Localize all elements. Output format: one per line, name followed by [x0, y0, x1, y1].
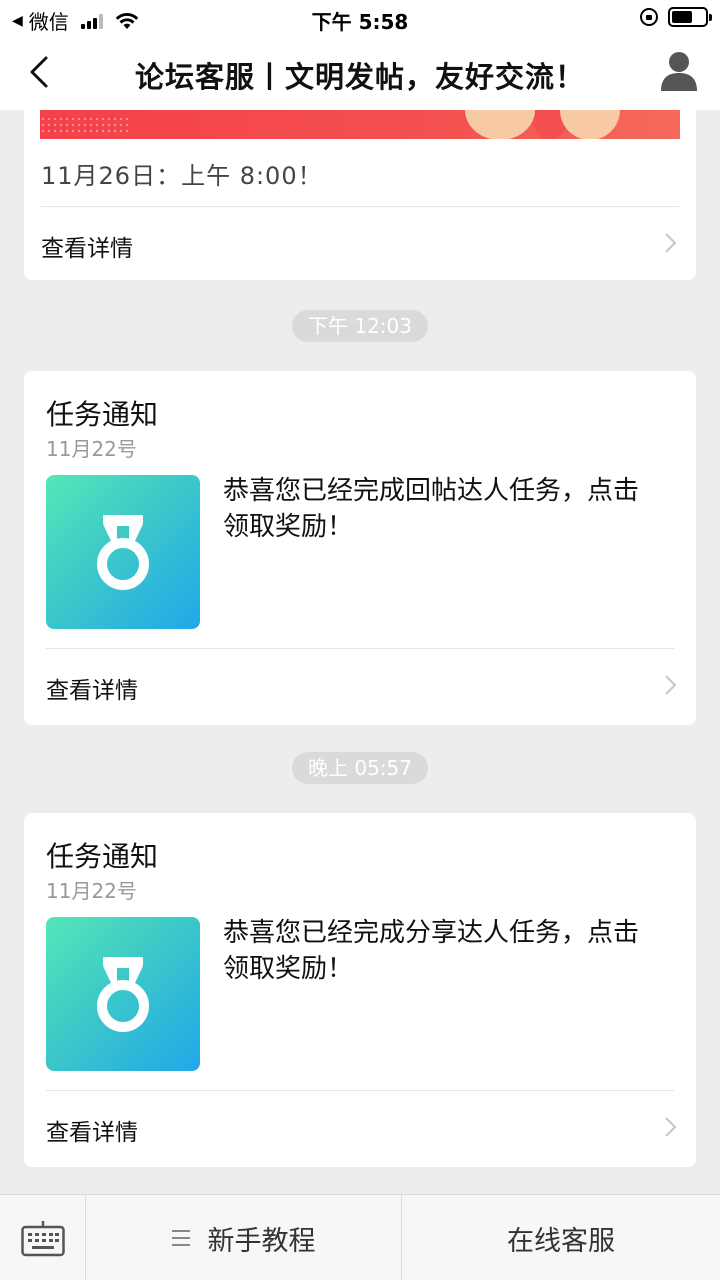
menu-online-service-label: 在线客服: [507, 1225, 615, 1257]
status-time: 下午 5:58: [311, 10, 409, 34]
page-title: 论坛客服丨文明发帖，友好交流！: [134, 60, 585, 94]
task-title: 任务通知: [46, 398, 159, 431]
view-details-label: 查看详情: [46, 1120, 138, 1146]
task-notification-card[interactable]: 任务通知 11月22号 恭喜您已经完成分享达人任务，点击领取奖励！ 查看详情: [24, 813, 696, 1167]
menu-list-icon: [171, 1230, 190, 1246]
medal-icon: [97, 957, 149, 1032]
task-thumbnail: [46, 917, 200, 1071]
task-date: 11月22号: [46, 879, 137, 903]
profile-icon[interactable]: [660, 50, 698, 92]
view-details-row[interactable]: 查看详情: [24, 207, 696, 281]
status-right: [640, 7, 712, 27]
chevron-right-icon: [665, 1117, 677, 1137]
task-message-text: 恭喜您已经完成回帖达人任务，点击领取奖励！: [223, 476, 640, 542]
chevron-right-icon: [665, 233, 677, 253]
chat-area: 11月26日：上午 8:00！ 查看详情 下午 12:03 任务通知 11月22…: [0, 110, 720, 1194]
view-details-label: 查看详情: [46, 678, 138, 704]
message-timestamp: 晚上 05:57: [0, 752, 720, 784]
view-details-row[interactable]: 查看详情: [24, 1091, 696, 1165]
bottom-menu-bar: 新手教程 在线客服: [0, 1194, 720, 1280]
menu-tutorial-button[interactable]: 新手教程: [86, 1195, 402, 1280]
chevron-right-icon: [665, 675, 677, 695]
menu-online-service-button[interactable]: 在线客服: [402, 1195, 720, 1280]
nav-bar: 论坛客服丨文明发帖，友好交流！: [0, 36, 720, 110]
status-bar: ◀ 微信 下午 5:58: [0, 0, 720, 36]
message-timestamp: 下午 12:03: [0, 310, 720, 342]
view-details-label: 查看详情: [41, 236, 133, 262]
task-message-text: 恭喜您已经完成分享达人任务，点击领取奖励！: [223, 918, 640, 984]
task-date: 11月22号: [46, 437, 137, 461]
article-card[interactable]: 11月26日：上午 8:00！ 查看详情: [24, 110, 696, 280]
menu-tutorial-label: 新手教程: [207, 1225, 316, 1257]
battery-icon: [668, 7, 712, 27]
task-thumbnail: [46, 475, 200, 629]
keyboard-icon: [21, 1221, 65, 1257]
task-notification-card[interactable]: 任务通知 11月22号 恭喜您已经完成回帖达人任务，点击领取奖励！ 查看详情: [24, 371, 696, 725]
article-banner-image: [40, 110, 680, 139]
keyboard-toggle-button[interactable]: [0, 1195, 86, 1280]
view-details-row[interactable]: 查看详情: [24, 649, 696, 723]
task-title: 任务通知: [46, 840, 159, 873]
rotation-lock-icon: [640, 8, 658, 26]
back-chevron-icon[interactable]: [22, 52, 62, 92]
article-text: 11月26日：上午 8:00！: [41, 162, 323, 190]
medal-icon: [97, 515, 149, 590]
